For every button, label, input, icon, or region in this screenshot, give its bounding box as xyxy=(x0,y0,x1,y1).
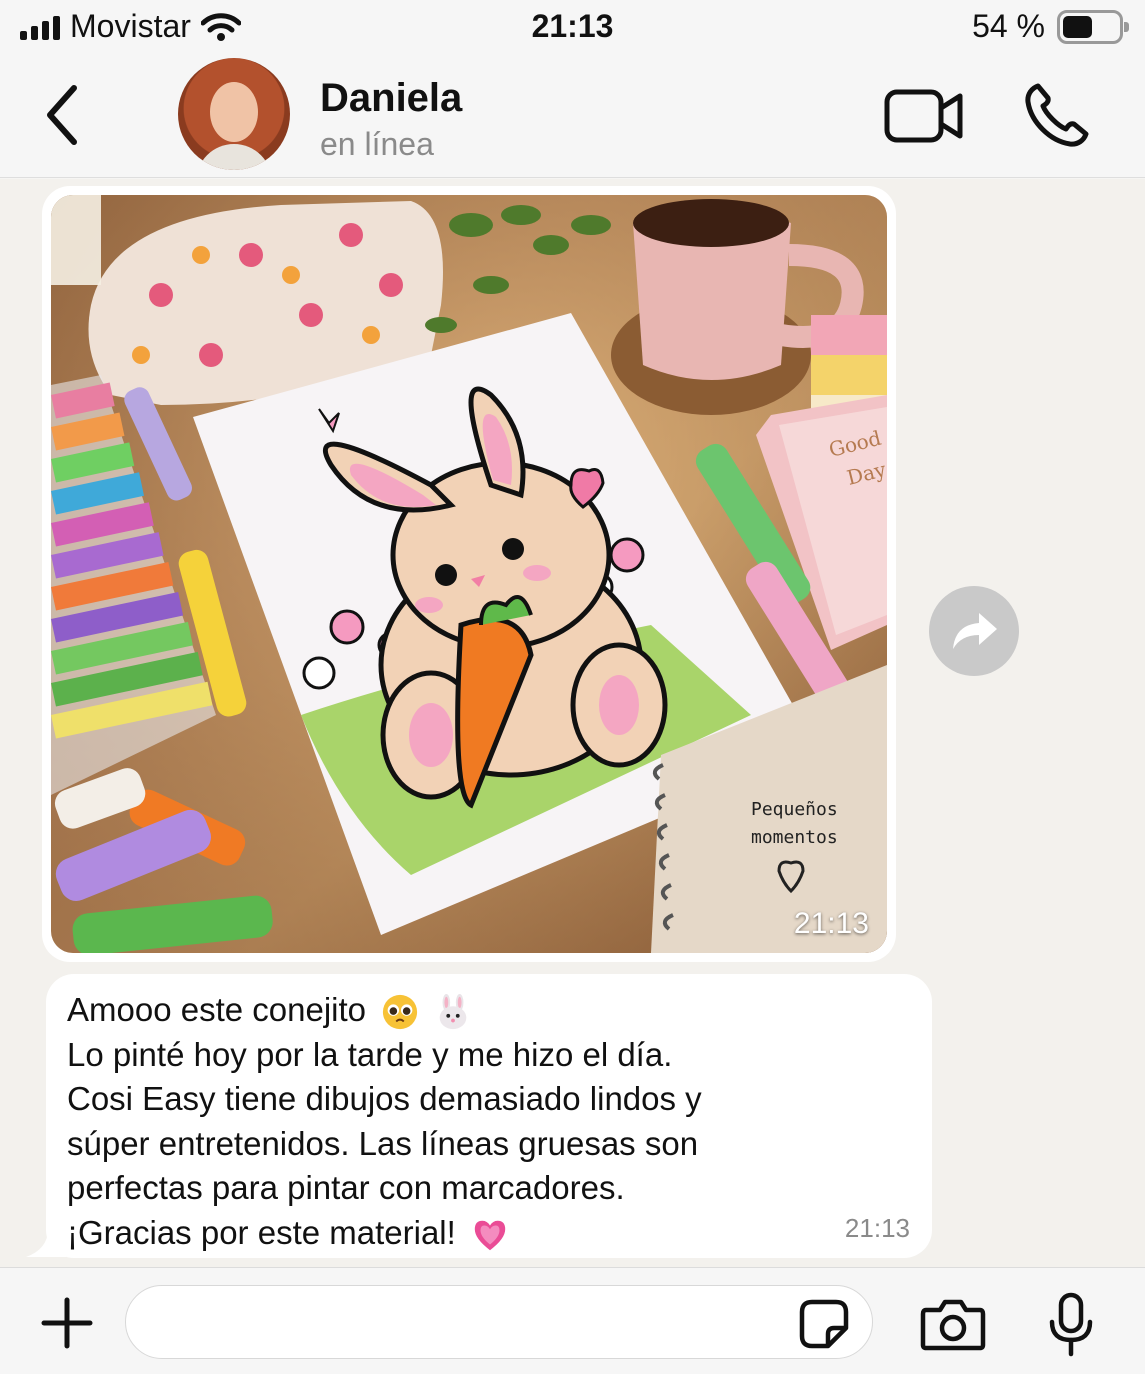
message-input[interactable] xyxy=(125,1285,873,1359)
pleading-face-icon xyxy=(383,995,418,1030)
composer-bar xyxy=(0,1267,1145,1374)
avatar[interactable] xyxy=(178,58,290,170)
image-timestamp: 21:13 xyxy=(793,907,869,940)
battery-percent: 54 % xyxy=(972,8,1045,44)
chat-area[interactable]: Good Day Pequeños momentos 21:13 Amooo e… xyxy=(0,179,1145,1267)
message-line: Amooo este conejito xyxy=(67,988,910,1033)
message-line: ¡Gracias por este material! xyxy=(67,1211,910,1256)
camera-icon[interactable] xyxy=(920,1296,986,1352)
status-right: 54 % xyxy=(972,8,1129,45)
plus-icon[interactable] xyxy=(40,1296,94,1350)
battery-fill xyxy=(1063,15,1093,38)
microphone-icon[interactable] xyxy=(1046,1292,1096,1358)
shared-photo[interactable]: Good Day Pequeños momentos 21:13 xyxy=(51,195,887,953)
image-message-bubble[interactable]: Good Day Pequeños momentos 21:13 xyxy=(42,186,896,962)
chat-header: Daniela en línea xyxy=(0,58,1145,178)
message-timestamp: 21:13 xyxy=(844,1213,910,1243)
back-chevron-icon[interactable] xyxy=(38,80,88,150)
video-camera-icon[interactable] xyxy=(884,86,964,146)
message-line: súper entretenidos. Las líneas gruesas s… xyxy=(67,1124,699,1162)
status-bar: Movistar 21:13 54 % xyxy=(0,0,1145,58)
sparkling-heart-icon xyxy=(474,1220,506,1250)
message-line: Cosi Easy tiene dibujos demasiado lindos… xyxy=(67,1080,702,1117)
forward-icon xyxy=(953,613,997,649)
notebook-text-line1: Pequeños xyxy=(751,799,838,820)
text-message-bubble[interactable]: Amooo este conejito Lo pinté hoy por la … xyxy=(46,974,932,1258)
sticker-icon[interactable] xyxy=(798,1298,850,1350)
contact-status: en línea xyxy=(320,126,434,162)
notebook-text-line2: momentos xyxy=(751,827,838,848)
rabbit-face-icon xyxy=(440,994,467,1030)
contact-name[interactable]: Daniela xyxy=(320,76,462,121)
message-line: Lo pinté hoy por la tarde y me hizo el d… xyxy=(67,1035,673,1073)
battery-icon xyxy=(1057,9,1129,44)
photo-illustration: Good Day Pequeños momentos xyxy=(51,195,887,953)
message-line: perfectas para pintar con marcadores. xyxy=(67,1169,625,1206)
forward-button[interactable] xyxy=(929,586,1019,676)
phone-icon[interactable] xyxy=(1024,82,1090,148)
message-text: Amooo este conejito Lo pinté hoy por la … xyxy=(67,988,910,1255)
